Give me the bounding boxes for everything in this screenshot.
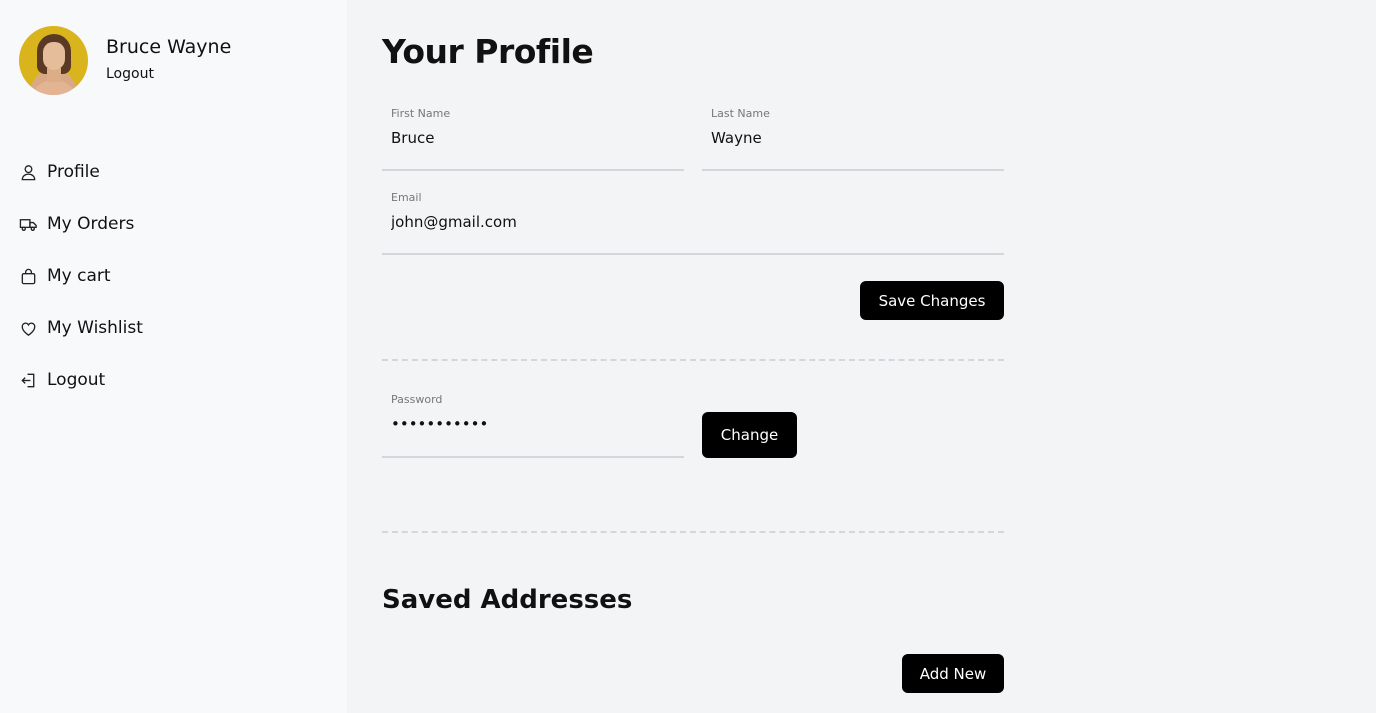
sidebar-item-wishlist[interactable]: My Wishlist xyxy=(19,314,143,342)
user-block: Bruce Wayne Logout xyxy=(19,26,231,95)
user-name: Bruce Wayne xyxy=(106,36,232,58)
app: Bruce Wayne Logout Profile My Orders My … xyxy=(0,0,1376,713)
truck-icon xyxy=(19,215,38,234)
email-field: Email xyxy=(382,191,1004,255)
main-content: Your Profile First Name Last Name Email … xyxy=(347,0,1376,713)
sidebar-item-logout[interactable]: Logout xyxy=(19,366,143,394)
sidebar-item-label: My cart xyxy=(47,266,111,286)
sidebar-item-label: My Orders xyxy=(47,214,135,234)
email-label: Email xyxy=(391,191,422,204)
user-logout-link[interactable]: Logout xyxy=(106,66,231,82)
sidebar-item-orders[interactable]: My Orders xyxy=(19,210,143,238)
change-password-button[interactable]: Change xyxy=(702,412,797,458)
first-name-input[interactable] xyxy=(391,129,675,147)
email-input[interactable] xyxy=(391,213,995,231)
first-name-field: First Name xyxy=(382,107,684,171)
saved-addresses-title: Saved Addresses xyxy=(382,585,633,615)
password-field: Password xyxy=(382,393,684,458)
sidebar-item-label: Profile xyxy=(47,162,100,182)
divider xyxy=(382,359,1004,361)
user-icon xyxy=(19,163,38,182)
sidebar-item-label: Logout xyxy=(47,370,106,390)
avatar[interactable] xyxy=(19,26,88,95)
add-new-address-button[interactable]: Add New xyxy=(902,654,1004,693)
divider xyxy=(382,531,1004,533)
password-input[interactable] xyxy=(391,415,675,433)
sidebar: Bruce Wayne Logout Profile My Orders My … xyxy=(0,0,347,713)
user-meta: Bruce Wayne Logout xyxy=(106,26,231,82)
last-name-field: Last Name xyxy=(702,107,1004,171)
save-changes-button[interactable]: Save Changes xyxy=(860,281,1004,320)
sidebar-nav: Profile My Orders My cart My Wishlist Lo… xyxy=(19,158,143,418)
shopping-bag-icon xyxy=(19,267,38,286)
last-name-label: Last Name xyxy=(711,107,770,120)
first-name-label: First Name xyxy=(391,107,451,120)
sidebar-item-cart[interactable]: My cart xyxy=(19,262,143,290)
sidebar-item-profile[interactable]: Profile xyxy=(19,158,143,186)
last-name-input[interactable] xyxy=(711,129,995,147)
logout-icon xyxy=(19,371,38,390)
heart-icon xyxy=(19,319,38,338)
page-title: Your Profile xyxy=(382,32,594,71)
password-label: Password xyxy=(391,393,443,406)
sidebar-item-label: My Wishlist xyxy=(47,318,143,338)
